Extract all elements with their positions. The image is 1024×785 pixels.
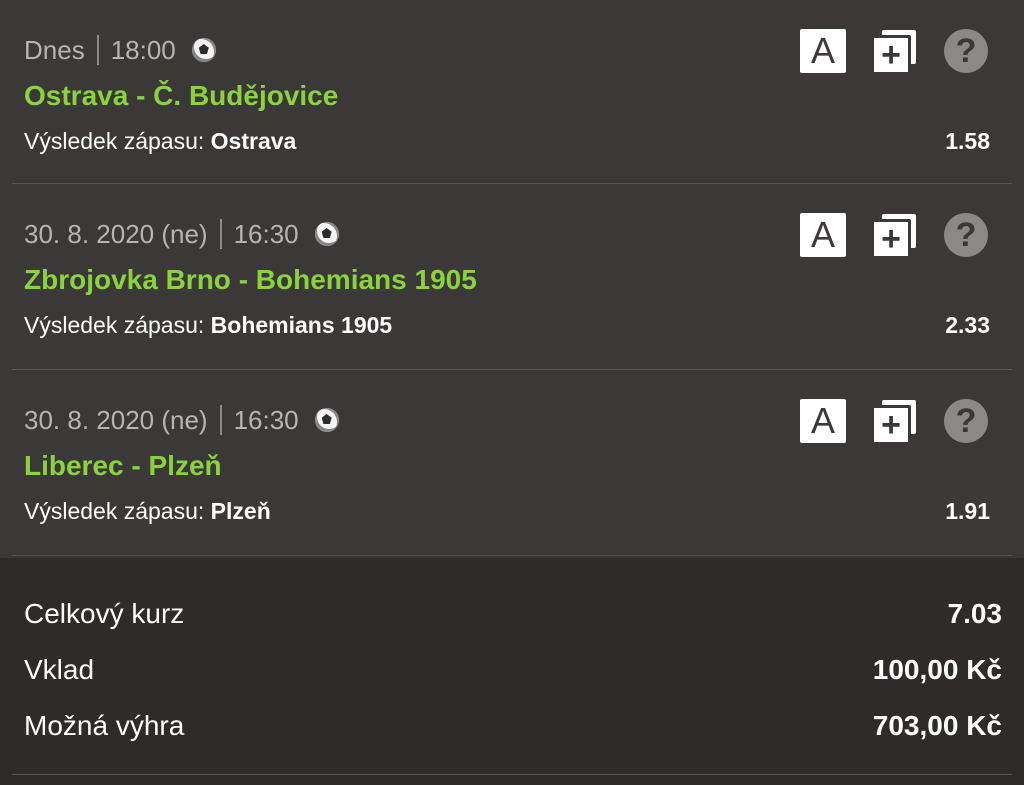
match-meta: 30. 8. 2020 (ne) 16:30	[24, 404, 339, 436]
soccer-ball-icon	[191, 38, 216, 62]
match-date: 30. 8. 2020 (ne)	[24, 218, 208, 249]
help-button[interactable]: ?	[944, 213, 988, 257]
market-label: Výsledek zápasu:	[24, 312, 205, 338]
add-copy-button[interactable]: +	[871, 212, 918, 259]
bet-item: 30. 8. 2020 (ne) 16:30 A + ? Liberec - P…	[12, 370, 1012, 556]
possible-win-label: Možná výhra	[24, 710, 185, 741]
bet-odds: 2.33	[945, 312, 990, 338]
match-time: 16:30	[233, 218, 299, 249]
match-name[interactable]: Liberec - Plzeň	[24, 450, 222, 482]
bet-slip: Dnes 18:00 A + ? Ostrava - Č. Budějovice…	[0, 0, 1024, 556]
selection-value: Plzeň	[210, 498, 271, 524]
market-label: Výsledek zápasu:	[24, 498, 205, 524]
divider	[12, 774, 1012, 775]
bet-item: 30. 8. 2020 (ne) 16:30 A + ? Zbrojovka B…	[12, 184, 1012, 370]
bet-summary: Celkový kurz 7.03 Vklad 100,00 Kč Možná …	[0, 558, 1024, 785]
selection-value: Ostrava	[210, 128, 297, 154]
a-button[interactable]: A	[800, 213, 846, 257]
selection-value: Bohemians 1905	[210, 312, 393, 338]
possible-win-value: 703,00 Kč	[872, 710, 1002, 741]
plus-icon: +	[871, 35, 911, 75]
match-meta: 30. 8. 2020 (ne) 16:30	[24, 218, 339, 250]
match-date: Dnes	[24, 34, 85, 65]
bet-item: Dnes 18:00 A + ? Ostrava - Č. Budějovice…	[12, 0, 1012, 184]
soccer-ball-icon	[314, 408, 339, 432]
match-meta: Dnes 18:00	[24, 34, 216, 66]
market-label: Výsledek zápasu:	[24, 128, 205, 154]
add-copy-button[interactable]: +	[871, 28, 918, 75]
help-button[interactable]: ?	[944, 399, 988, 443]
match-time: 16:30	[233, 404, 299, 435]
match-time: 18:00	[110, 34, 176, 65]
separator	[219, 219, 222, 249]
bet-odds: 1.58	[945, 128, 990, 154]
bet-selection: Výsledek zápasu: Bohemians 1905	[24, 312, 392, 339]
total-odds-row: Celkový kurz 7.03	[24, 598, 1002, 630]
match-name[interactable]: Zbrojovka Brno - Bohemians 1905	[24, 264, 477, 296]
help-button[interactable]: ?	[944, 29, 988, 73]
soccer-ball-icon	[314, 222, 339, 246]
plus-icon: +	[871, 219, 911, 259]
bet-actions: A + ?	[800, 212, 988, 259]
stake-row: Vklad 100,00 Kč	[24, 654, 1002, 686]
match-name[interactable]: Ostrava - Č. Budějovice	[24, 80, 338, 112]
a-button[interactable]: A	[800, 399, 846, 443]
total-odds-value: 7.03	[947, 598, 1003, 629]
bet-actions: A + ?	[800, 28, 988, 75]
add-copy-button[interactable]: +	[871, 398, 918, 445]
match-date: 30. 8. 2020 (ne)	[24, 404, 208, 435]
a-button[interactable]: A	[800, 29, 846, 73]
plus-icon: +	[871, 405, 911, 445]
stake-label: Vklad	[24, 654, 95, 685]
bet-actions: A + ?	[800, 398, 988, 445]
separator	[219, 405, 222, 435]
possible-win-row: Možná výhra 703,00 Kč	[24, 710, 1002, 742]
bet-selection: Výsledek zápasu: Plzeň	[24, 498, 271, 525]
bet-odds: 1.91	[945, 498, 990, 524]
separator	[96, 35, 99, 65]
bet-selection: Výsledek zápasu: Ostrava	[24, 128, 296, 155]
stake-value[interactable]: 100,00 Kč	[873, 654, 1002, 686]
total-odds-label: Celkový kurz	[24, 598, 185, 629]
